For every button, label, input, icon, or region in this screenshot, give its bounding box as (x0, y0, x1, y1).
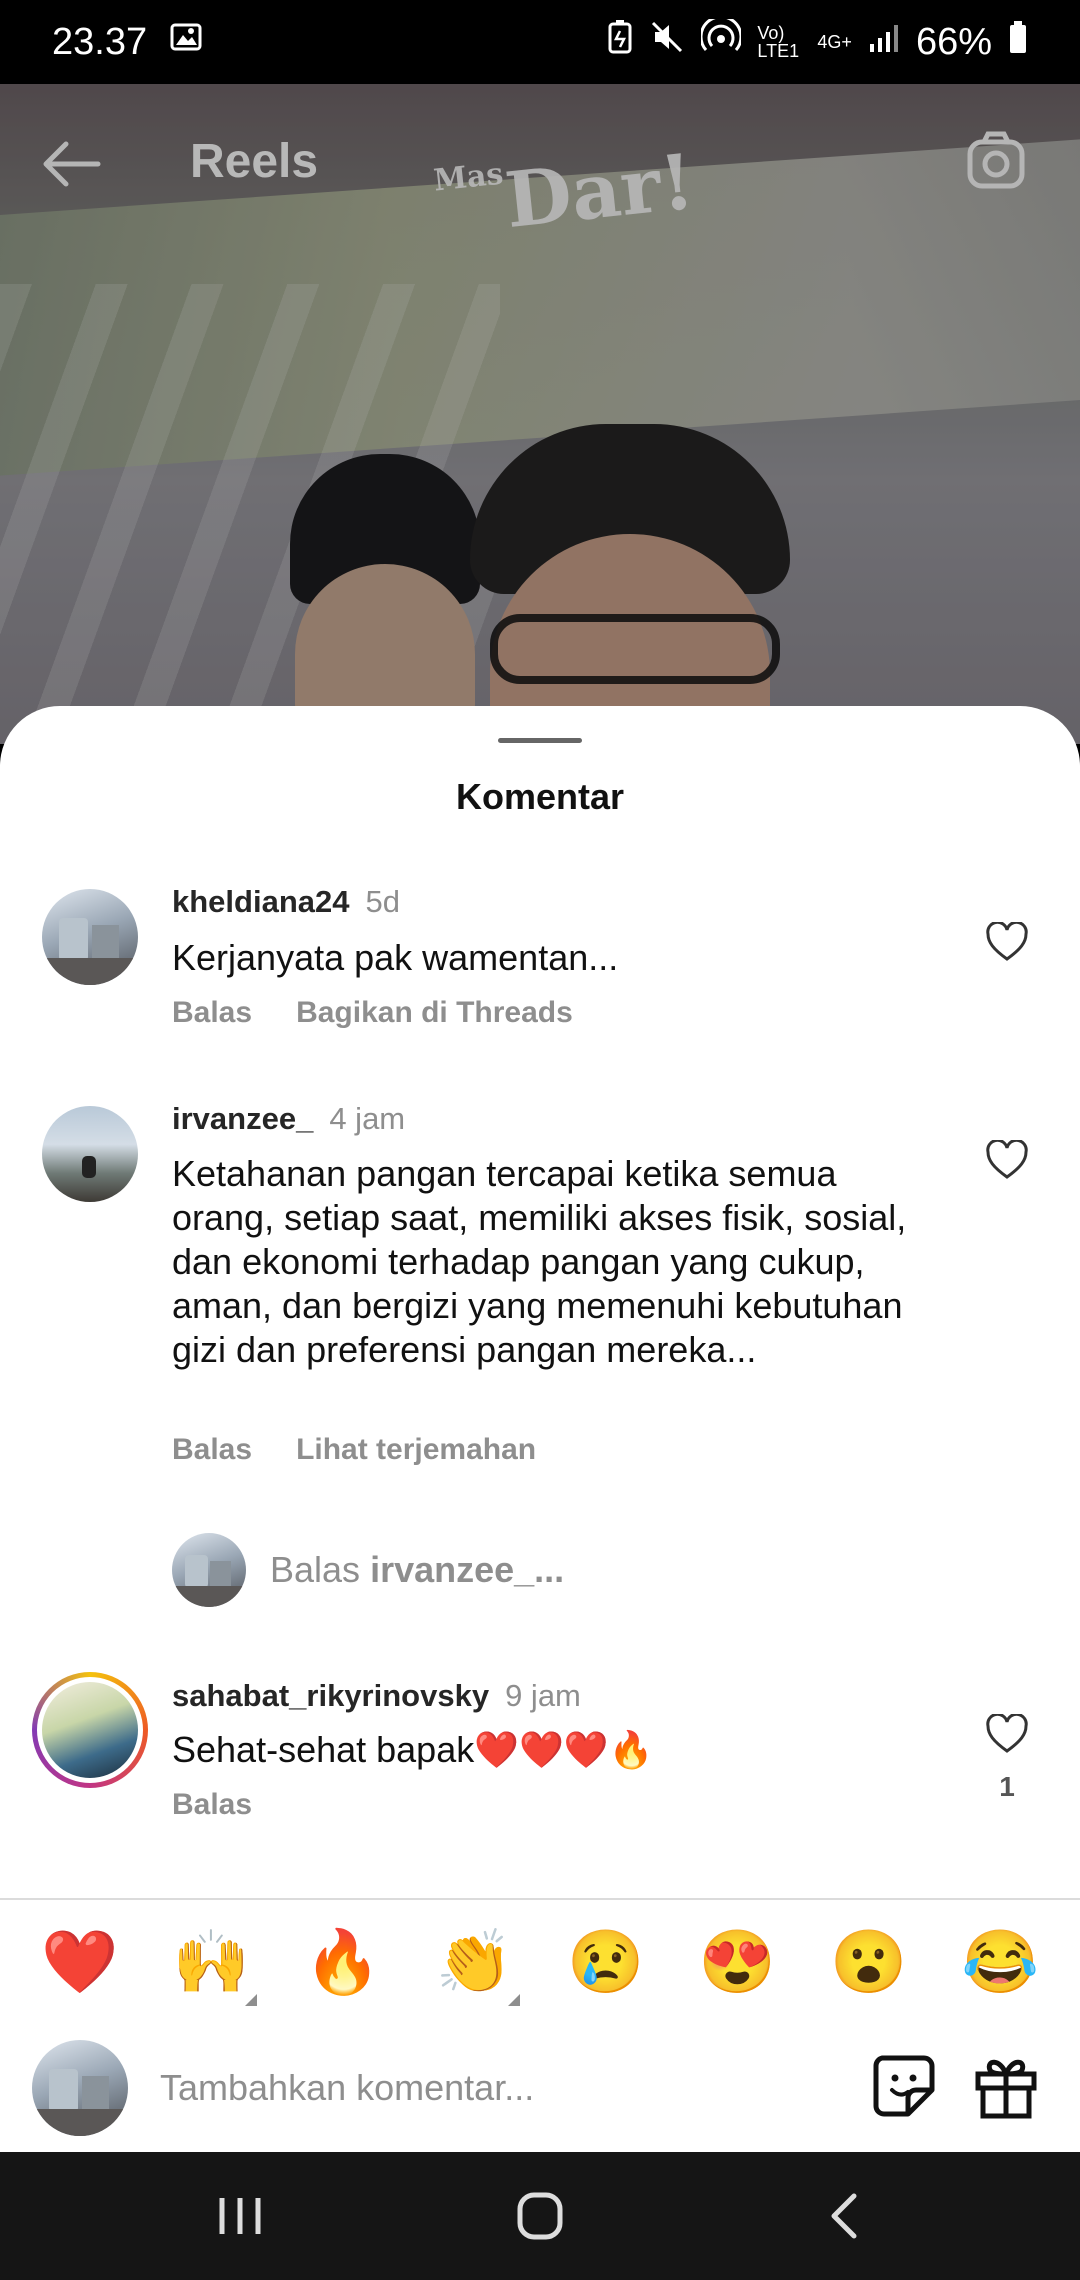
share-threads-button[interactable]: Bagikan di Threads (296, 996, 573, 1030)
home-icon (517, 2192, 563, 2240)
reply-button[interactable]: Balas (172, 1433, 252, 1467)
like-button[interactable] (985, 1712, 1029, 1754)
comment-composer (0, 2026, 1080, 2152)
battery-percent: 66% (915, 20, 992, 63)
skin-tone-indicator (508, 1994, 521, 2006)
skin-tone-indicator (245, 1994, 258, 2006)
reply-prompt-text: Balas irvanzee_... (270, 1549, 565, 1590)
comment-header: sahabat_rikyrinovsky 9 jam (172, 1678, 581, 1714)
sticker-icon (873, 2055, 935, 2117)
mute-icon (649, 19, 685, 65)
comment-text: Ketahanan pangan tercapai ketika semua o… (172, 1153, 907, 1370)
status-icons: Vo) LTE1 4G+ 66% (607, 15, 1028, 65)
battery-saver-icon (607, 19, 633, 65)
reply-prompt[interactable]: Balas irvanzee_... (172, 1533, 564, 1607)
emoji-crying[interactable]: 😢 (556, 1918, 656, 2008)
recents-button[interactable] (200, 2186, 280, 2246)
camera-button[interactable] (964, 128, 1028, 192)
avatar[interactable] (42, 889, 138, 985)
home-button[interactable] (500, 2186, 580, 2246)
arrow-left-icon (43, 141, 101, 187)
emoji-laughing[interactable]: 😂 (950, 1918, 1050, 2008)
emoji-heart[interactable]: ❤️ (30, 1918, 130, 2008)
network-type-label: 4G+ (817, 31, 852, 52)
comment-username[interactable]: kheldiana24 (172, 884, 349, 919)
like-button[interactable] (985, 920, 1029, 962)
nav-back-button[interactable] (806, 2186, 886, 2246)
comment-time: 4 jam (329, 1101, 406, 1136)
reels-header: Reels (0, 84, 1080, 234)
comment-header: kheldiana24 5d (172, 884, 400, 920)
comment-text: Kerjanyata pak wamentan... (172, 937, 619, 978)
volte-label: Vo) LTE1 (757, 23, 800, 61)
comment-text: Sehat-sehat bapak❤️❤️❤️🔥 (172, 1729, 654, 1770)
comment-header: irvanzee_ 4 jam (172, 1101, 405, 1137)
status-bar: 23.37 Vo) LTE1 4G+ 66% (0, 0, 1080, 84)
comment-actions: Balas Bagikan di Threads (172, 996, 573, 1030)
status-time: 23.37 (52, 20, 148, 63)
comment-username[interactable]: sahabat_rikyrinovsky (172, 1678, 489, 1713)
app-root: 23.37 Vo) LTE1 4G+ 66% MasDar! Reels Kom… (0, 0, 1080, 2280)
like-count: 1 (999, 1771, 1015, 1802)
gift-button[interactable] (970, 2050, 1042, 2122)
comment-actions: Balas Lihat terjemahan (172, 1433, 536, 1467)
heart-outline-icon (986, 1138, 1028, 1179)
like-button[interactable] (985, 1138, 1029, 1180)
back-button[interactable] (40, 132, 104, 196)
gallery-icon (169, 20, 203, 64)
reply-button[interactable]: Balas (172, 996, 252, 1030)
translate-button[interactable]: Lihat terjemahan (296, 1433, 536, 1467)
avatar[interactable] (32, 1672, 148, 1788)
signal-icon (868, 21, 900, 64)
heart-outline-icon (986, 920, 1028, 961)
comment-input[interactable] (160, 2056, 820, 2120)
camera-icon (967, 131, 1025, 189)
emoji-fire[interactable]: 🔥 (293, 1918, 393, 2008)
gift-icon (975, 2059, 1037, 2119)
avatar (172, 1533, 246, 1607)
emoji-clapping[interactable]: 👏 (424, 1918, 524, 2008)
battery-icon (1008, 20, 1028, 64)
comment-actions: Balas (172, 1788, 252, 1822)
emoji-quick-bar: ❤️ 🙌 🔥 👏 😢 😍 😮 😂 (0, 1898, 1080, 2026)
sticker-button[interactable] (868, 2050, 940, 2122)
comment-username[interactable]: irvanzee_ (172, 1101, 313, 1136)
sheet-title: Komentar (455, 776, 625, 817)
reply-button[interactable]: Balas (172, 1788, 252, 1822)
emoji-surprised[interactable]: 😮 (819, 1918, 919, 2008)
avatar[interactable] (42, 1106, 138, 1202)
system-nav-bar (0, 2152, 1080, 2280)
comment-time: 5d (365, 884, 400, 919)
avatar (32, 2040, 128, 2136)
page-title: Reels (190, 135, 319, 188)
emoji-raised-hands[interactable]: 🙌 (161, 1918, 261, 2008)
back-icon (831, 2193, 857, 2239)
recents-icon (219, 2198, 261, 2234)
sheet-drag-handle[interactable] (498, 738, 582, 743)
comment-time: 9 jam (505, 1678, 581, 1713)
heart-outline-icon (986, 1712, 1028, 1753)
emoji-heart-eyes[interactable]: 😍 (687, 1918, 787, 2008)
hotspot-icon (699, 15, 743, 65)
